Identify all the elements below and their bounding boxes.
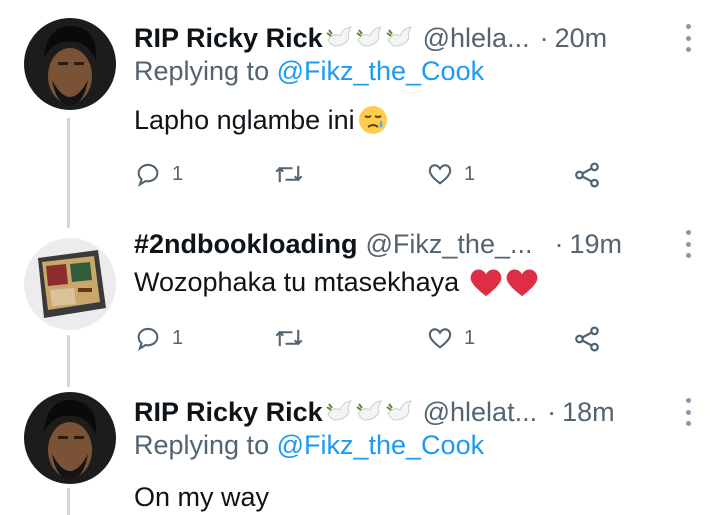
tweet-text: On my way <box>134 482 269 513</box>
tweet-text-content: On my way <box>134 482 270 512</box>
replying-prefix: Replying to <box>134 56 277 86</box>
more-options-icon[interactable] <box>684 230 692 258</box>
share-button[interactable] <box>572 324 602 354</box>
share-icon <box>575 162 599 188</box>
tweet-header: RIP Ricky Rick @hlelat... · 18m <box>134 392 680 432</box>
retweet-button[interactable] <box>274 324 314 352</box>
share-button[interactable] <box>572 160 602 190</box>
dove-icon <box>356 26 382 47</box>
retweet-button[interactable] <box>274 160 314 188</box>
reply-count: 1 <box>172 162 184 185</box>
tweet-actions: 1 1 <box>134 324 614 358</box>
replying-to-link[interactable]: @Fikz_the_Cook <box>277 56 485 86</box>
red-heart-emoji <box>506 269 538 297</box>
reply-icon <box>137 163 159 187</box>
avatar[interactable] <box>24 392 116 484</box>
separator-dot: · <box>539 22 549 53</box>
display-name[interactable]: RIP Ricky Rick <box>134 397 323 428</box>
like-button[interactable]: 1 <box>426 324 475 352</box>
tweet[interactable]: #2ndbookloading @Fikz_the_... · 19m Wozo… <box>0 224 720 364</box>
red-heart-emoji <box>470 269 502 297</box>
separator-dot: · <box>554 228 564 259</box>
tweet-text: Wozophaka tu mtasekhaya <box>134 266 539 298</box>
handle[interactable]: @Fikz_the_... <box>366 229 533 260</box>
share-icon <box>575 326 599 352</box>
dove-icon <box>326 26 352 47</box>
tweet[interactable]: RIP Ricky Rick @hlela... · 20m Replying … <box>0 18 720 198</box>
more-options-icon[interactable] <box>684 398 692 426</box>
reply-button[interactable]: 1 <box>134 324 183 352</box>
dove-icon <box>386 26 412 47</box>
replying-to: Replying to @Fikz_the_Cook <box>134 56 484 87</box>
tweet[interactable]: RIP Ricky Rick @hlelat... · 18m Replying… <box>0 392 720 515</box>
heart-icon <box>428 328 452 349</box>
heart-icon <box>428 164 452 185</box>
avatar[interactable] <box>24 238 116 330</box>
name-emojis <box>325 398 415 426</box>
reply-count: 1 <box>172 326 184 349</box>
tweet-text-content: Lapho nglambe ini <box>134 104 355 135</box>
retweet-icon <box>275 165 303 183</box>
more-options-icon[interactable] <box>684 24 692 52</box>
display-name[interactable]: #2ndbookloading <box>134 229 358 260</box>
tweet-text: Lapho nglambe ini <box>134 104 389 136</box>
avatar[interactable] <box>24 18 116 110</box>
like-count: 1 <box>464 326 476 349</box>
separator-dot: · <box>547 396 557 427</box>
reply-button[interactable]: 1 <box>134 160 183 188</box>
timestamp[interactable]: 20m <box>555 23 608 54</box>
name-emojis <box>325 24 415 52</box>
timestamp[interactable]: 18m <box>562 397 615 428</box>
replying-to-link[interactable]: @Fikz_the_Cook <box>277 430 485 460</box>
tweet-header: #2ndbookloading @Fikz_the_... · 19m <box>134 224 680 264</box>
timestamp[interactable]: 19m <box>570 229 623 260</box>
like-button[interactable]: 1 <box>426 160 475 188</box>
handle[interactable]: @hlela... <box>423 23 530 54</box>
dove-icon <box>356 400 382 421</box>
tweet-header: RIP Ricky Rick @hlela... · 20m <box>134 18 680 58</box>
replying-to: Replying to @Fikz_the_Cook <box>134 430 484 461</box>
dove-icon <box>326 400 352 421</box>
tweet-actions: 1 1 <box>134 160 614 194</box>
display-name[interactable]: RIP Ricky Rick <box>134 23 323 54</box>
replying-prefix: Replying to <box>134 430 277 460</box>
tweet-text-content: Wozophaka tu mtasekhaya <box>134 266 460 297</box>
handle[interactable]: @hlelat... <box>423 397 537 428</box>
reply-icon <box>137 327 159 351</box>
retweet-icon <box>275 329 303 347</box>
sad-relieved-face-emoji <box>358 106 387 134</box>
like-count: 1 <box>464 162 476 185</box>
dove-icon <box>386 400 412 421</box>
